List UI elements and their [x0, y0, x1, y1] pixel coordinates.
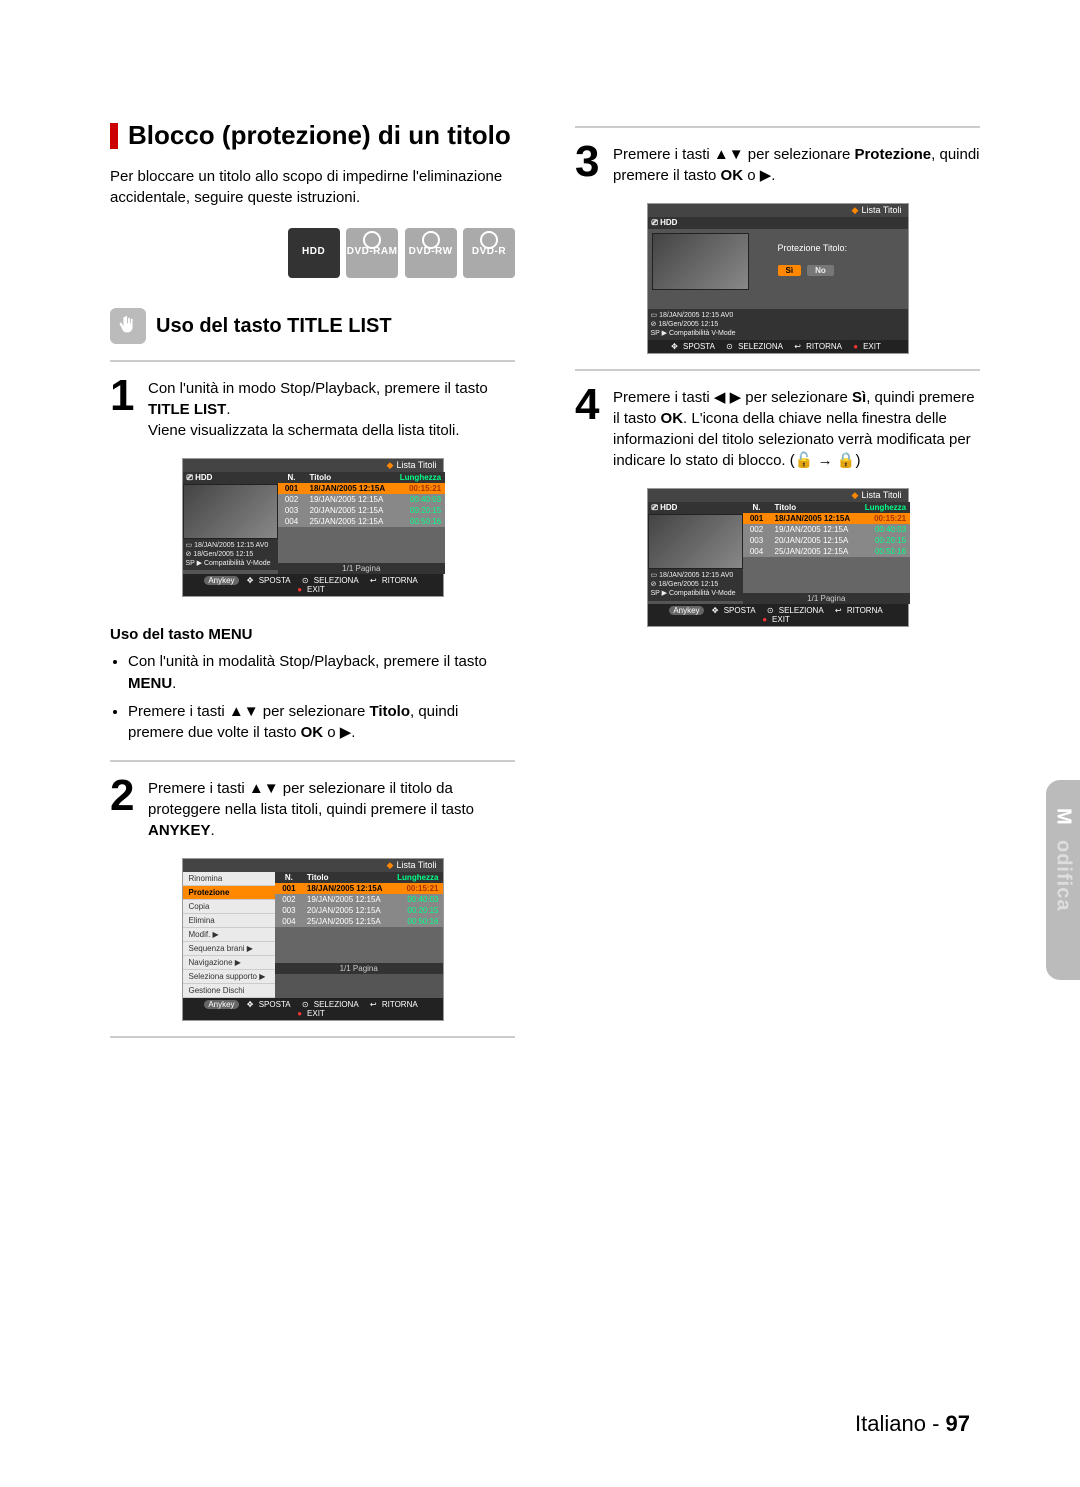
menu-bullets: Con l'unità in modalità Stop/Playback, p… [110, 651, 515, 744]
step-2: 2 Premere i tasti ▲▼ per selezionare il … [110, 778, 515, 841]
osd-title-list: Lista Titoli ⎚ HDD ▭ 18/JAN/2005 12:15 A… [183, 459, 443, 596]
badge-dvdr: DVD-R [463, 228, 515, 278]
step-3: 3 Premere i tasti ▲▼ per selezionare Pro… [575, 144, 980, 186]
hand-icon [110, 308, 146, 344]
page-footer: Italiano - 97 [855, 1411, 970, 1437]
badge-dvdram: DVD-RAM [346, 228, 398, 278]
preview-thumb [652, 233, 749, 290]
section-intro: Per bloccare un titolo allo scopo di imp… [110, 166, 515, 208]
osd-anykey-menu: Lista Titoli Rinomina Protezione Copia E… [183, 859, 443, 1020]
heading-text: Blocco (protezione) di un titolo [128, 120, 511, 151]
lock-icon-transition [790, 450, 861, 471]
media-badges: HDD DVD-RAM DVD-RW DVD-R [110, 228, 515, 278]
badge-hdd: HDD [288, 228, 340, 278]
heading-bar [110, 123, 118, 149]
step-1: 1 Con l'unità in modo Stop/Playback, pre… [110, 378, 515, 441]
subheading: Uso del tasto TITLE LIST [156, 315, 392, 338]
step-number: 1 [110, 376, 140, 441]
badge-dvdrw: DVD-RW [405, 228, 457, 278]
osd-protection-dialog: Lista Titoli ⎚ HDD Protezione Titolo: Sì… [648, 204, 908, 353]
step-4: 4 Premere i tasti ◀ ▶ per selezionare Sì… [575, 387, 980, 471]
protection-yes-button[interactable]: Sì [778, 265, 802, 276]
section-tab: Modifica [1046, 780, 1080, 980]
protection-label: Protezione Titolo: [778, 243, 848, 253]
section-heading: Blocco (protezione) di un titolo [110, 120, 515, 151]
preview-thumb [183, 484, 278, 539]
osd-title-list-after: Lista Titoli ⎚ HDD ▭ 18/JAN/2005 12:15 A… [648, 489, 908, 626]
menu-subheading: Uso del tasto MENU [110, 626, 515, 643]
protection-no-button[interactable]: No [807, 265, 834, 276]
